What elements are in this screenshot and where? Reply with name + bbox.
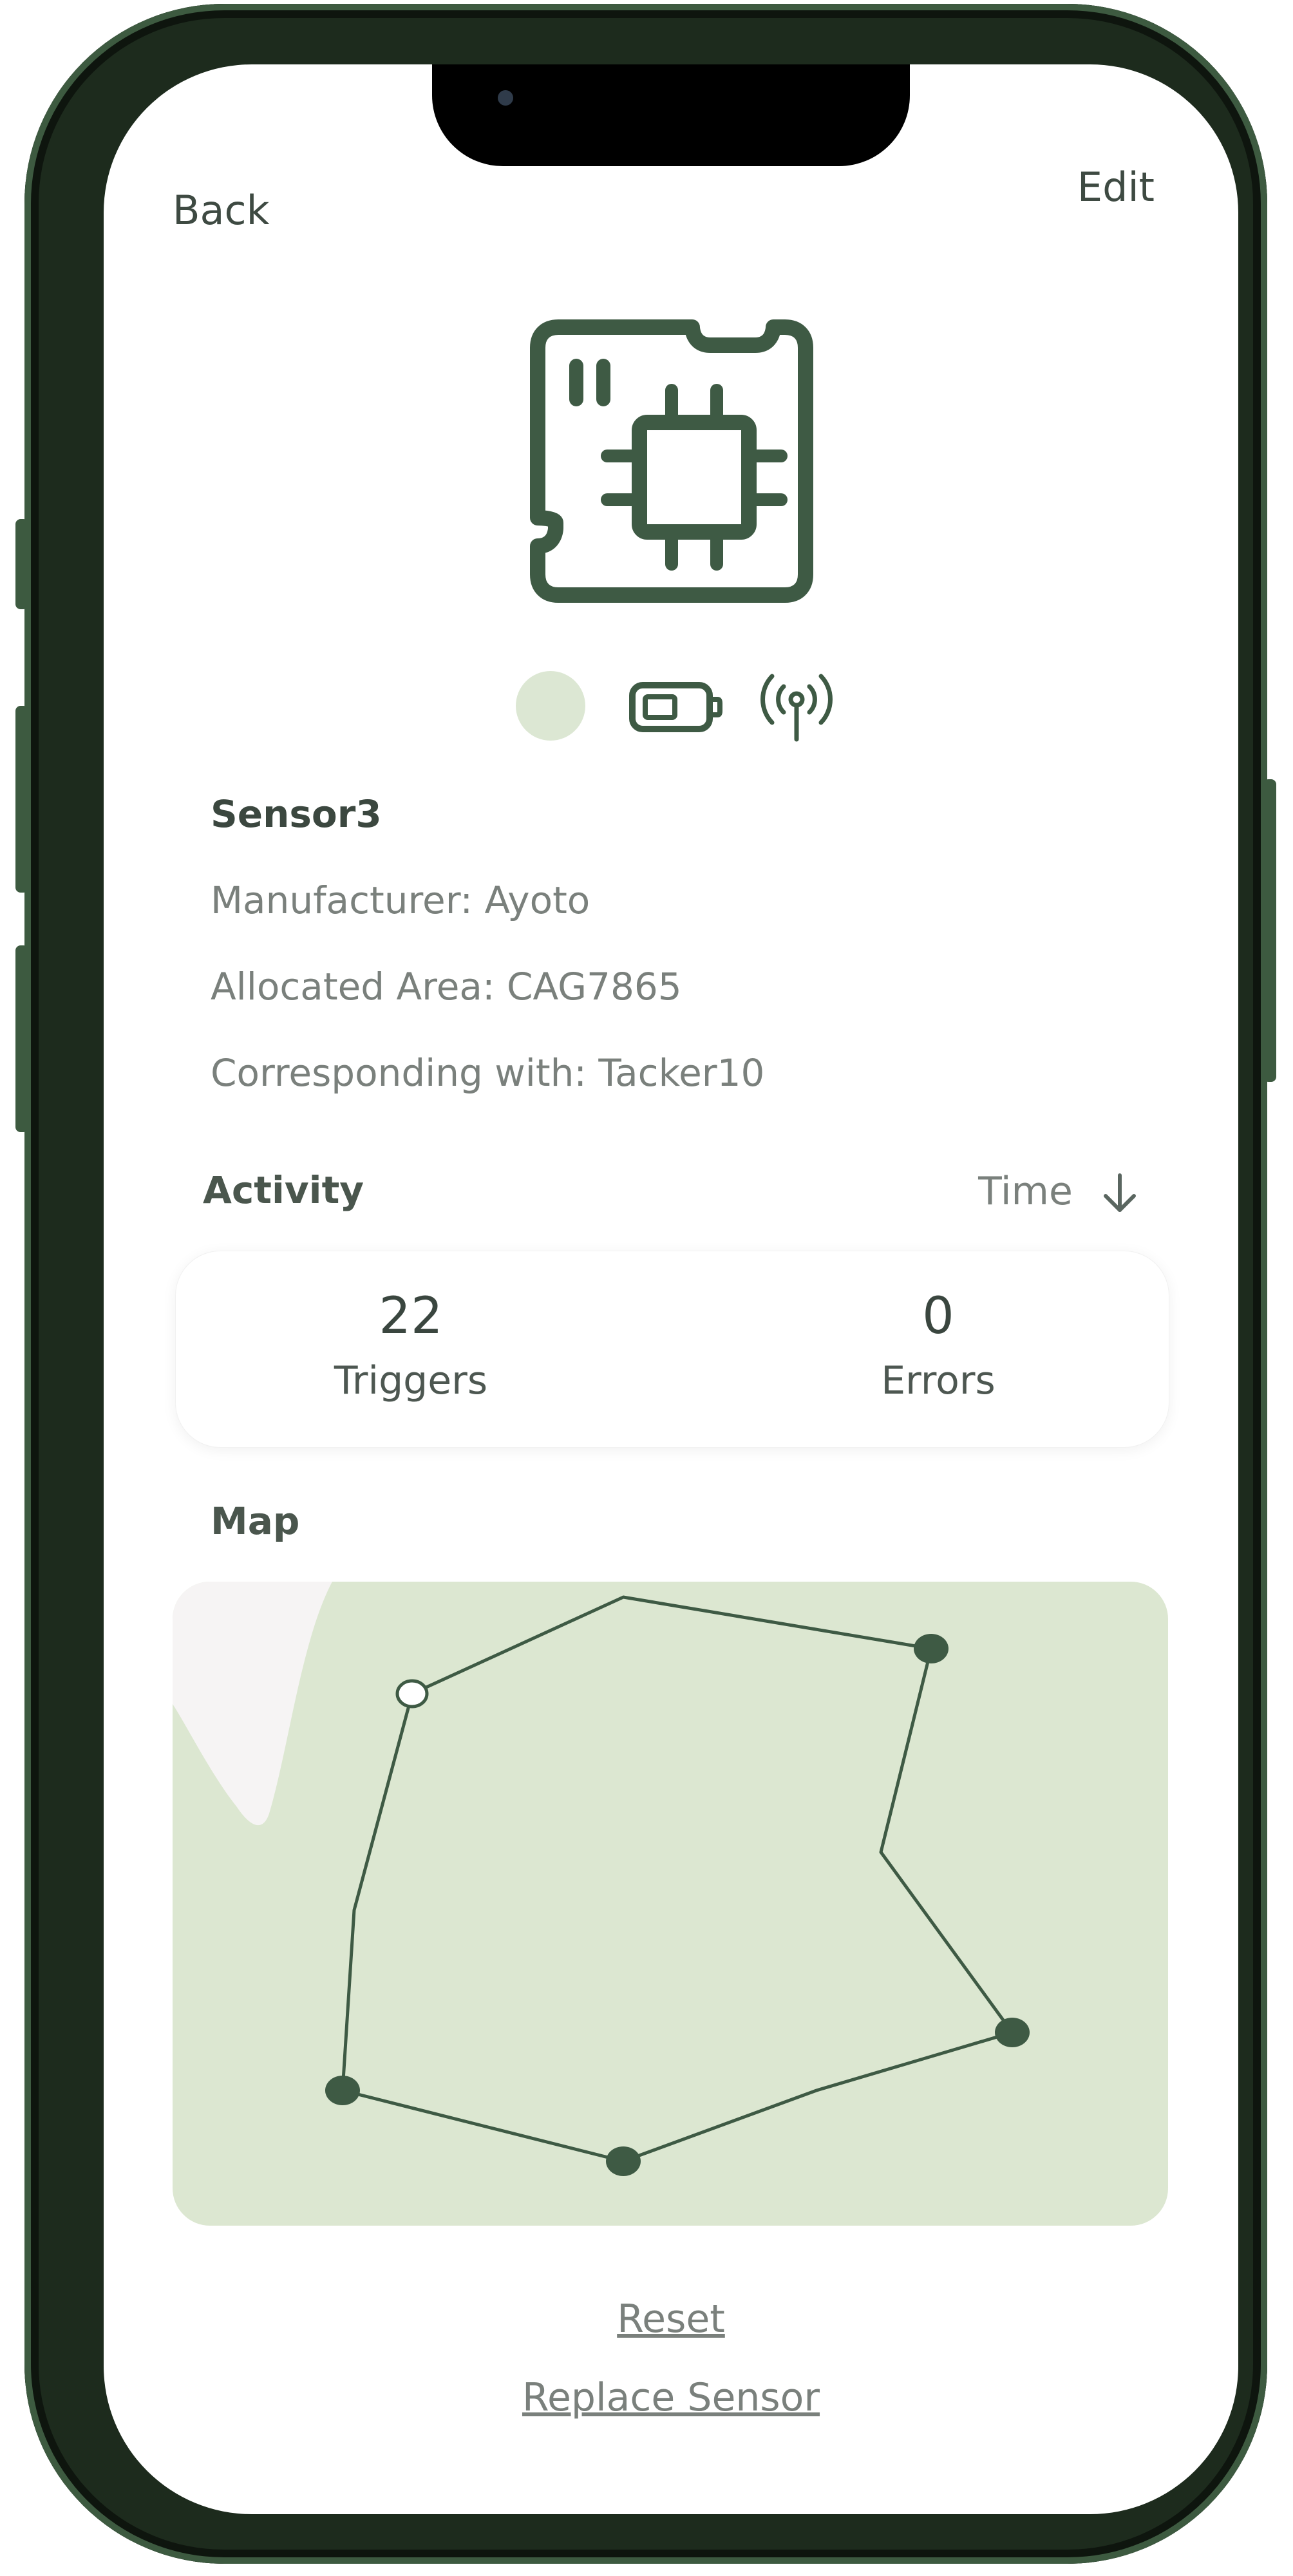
route-point[interactable]	[325, 2076, 360, 2105]
map-view[interactable]	[173, 1582, 1168, 2226]
time-sort-control[interactable]: Time	[978, 1169, 1138, 1214]
status-dot	[516, 671, 585, 741]
app-screen: Back Edit Sensor3 Manufacturer: Ayoto Al…	[104, 64, 1238, 2514]
activity-heading: Activity	[203, 1168, 364, 1212]
back-button[interactable]: Back	[173, 187, 270, 234]
manufacturer-text: Manufacturer: Ayoto	[211, 878, 590, 922]
water-area	[173, 1582, 332, 1826]
triggers-stat: 22 Triggers	[263, 1287, 559, 1403]
triggers-count: 22	[379, 1287, 443, 1345]
errors-count: 0	[922, 1287, 954, 1345]
status-indicators	[516, 667, 851, 743]
top-navigation: Back Edit	[104, 64, 1238, 258]
allocated-area-text: Allocated Area: CAG7865	[211, 965, 682, 1009]
route-point[interactable]	[914, 1634, 949, 1663]
side-button-left-1	[15, 519, 28, 609]
edit-button[interactable]: Edit	[1077, 164, 1155, 211]
route-start-point[interactable]	[395, 1679, 429, 1709]
errors-stat: 0 Errors	[790, 1287, 1086, 1403]
signal-antenna-icon	[760, 674, 833, 742]
battery-icon	[629, 682, 722, 732]
triggers-label: Triggers	[334, 1358, 488, 1403]
replace-sensor-link[interactable]: Replace Sensor	[104, 2375, 1238, 2420]
corresponding-with-text: Corresponding with: Tacker10	[211, 1051, 765, 1095]
route-point[interactable]	[995, 2018, 1030, 2047]
side-button-right	[1263, 779, 1276, 1082]
route-point[interactable]	[606, 2146, 641, 2176]
map-canvas	[173, 1582, 1030, 2176]
arrow-down-icon	[1104, 1173, 1136, 1213]
circuit-board-icon	[530, 319, 813, 603]
map-heading: Map	[211, 1499, 300, 1543]
sensor-name: Sensor3	[211, 792, 382, 836]
side-button-left-2	[15, 706, 28, 893]
sensor-info: Sensor3 Manufacturer: Ayoto Allocated Ar…	[211, 792, 1112, 1103]
reset-link[interactable]: Reset	[104, 2297, 1238, 2342]
phone-frame: Back Edit Sensor3 Manufacturer: Ayoto Al…	[15, 4, 1276, 2564]
time-sort-label: Time	[978, 1169, 1073, 1214]
activity-card: 22 Triggers 0 Errors	[175, 1251, 1169, 1448]
route-path	[341, 1595, 1014, 2163]
errors-label: Errors	[881, 1358, 996, 1403]
side-button-left-3	[15, 945, 28, 1132]
